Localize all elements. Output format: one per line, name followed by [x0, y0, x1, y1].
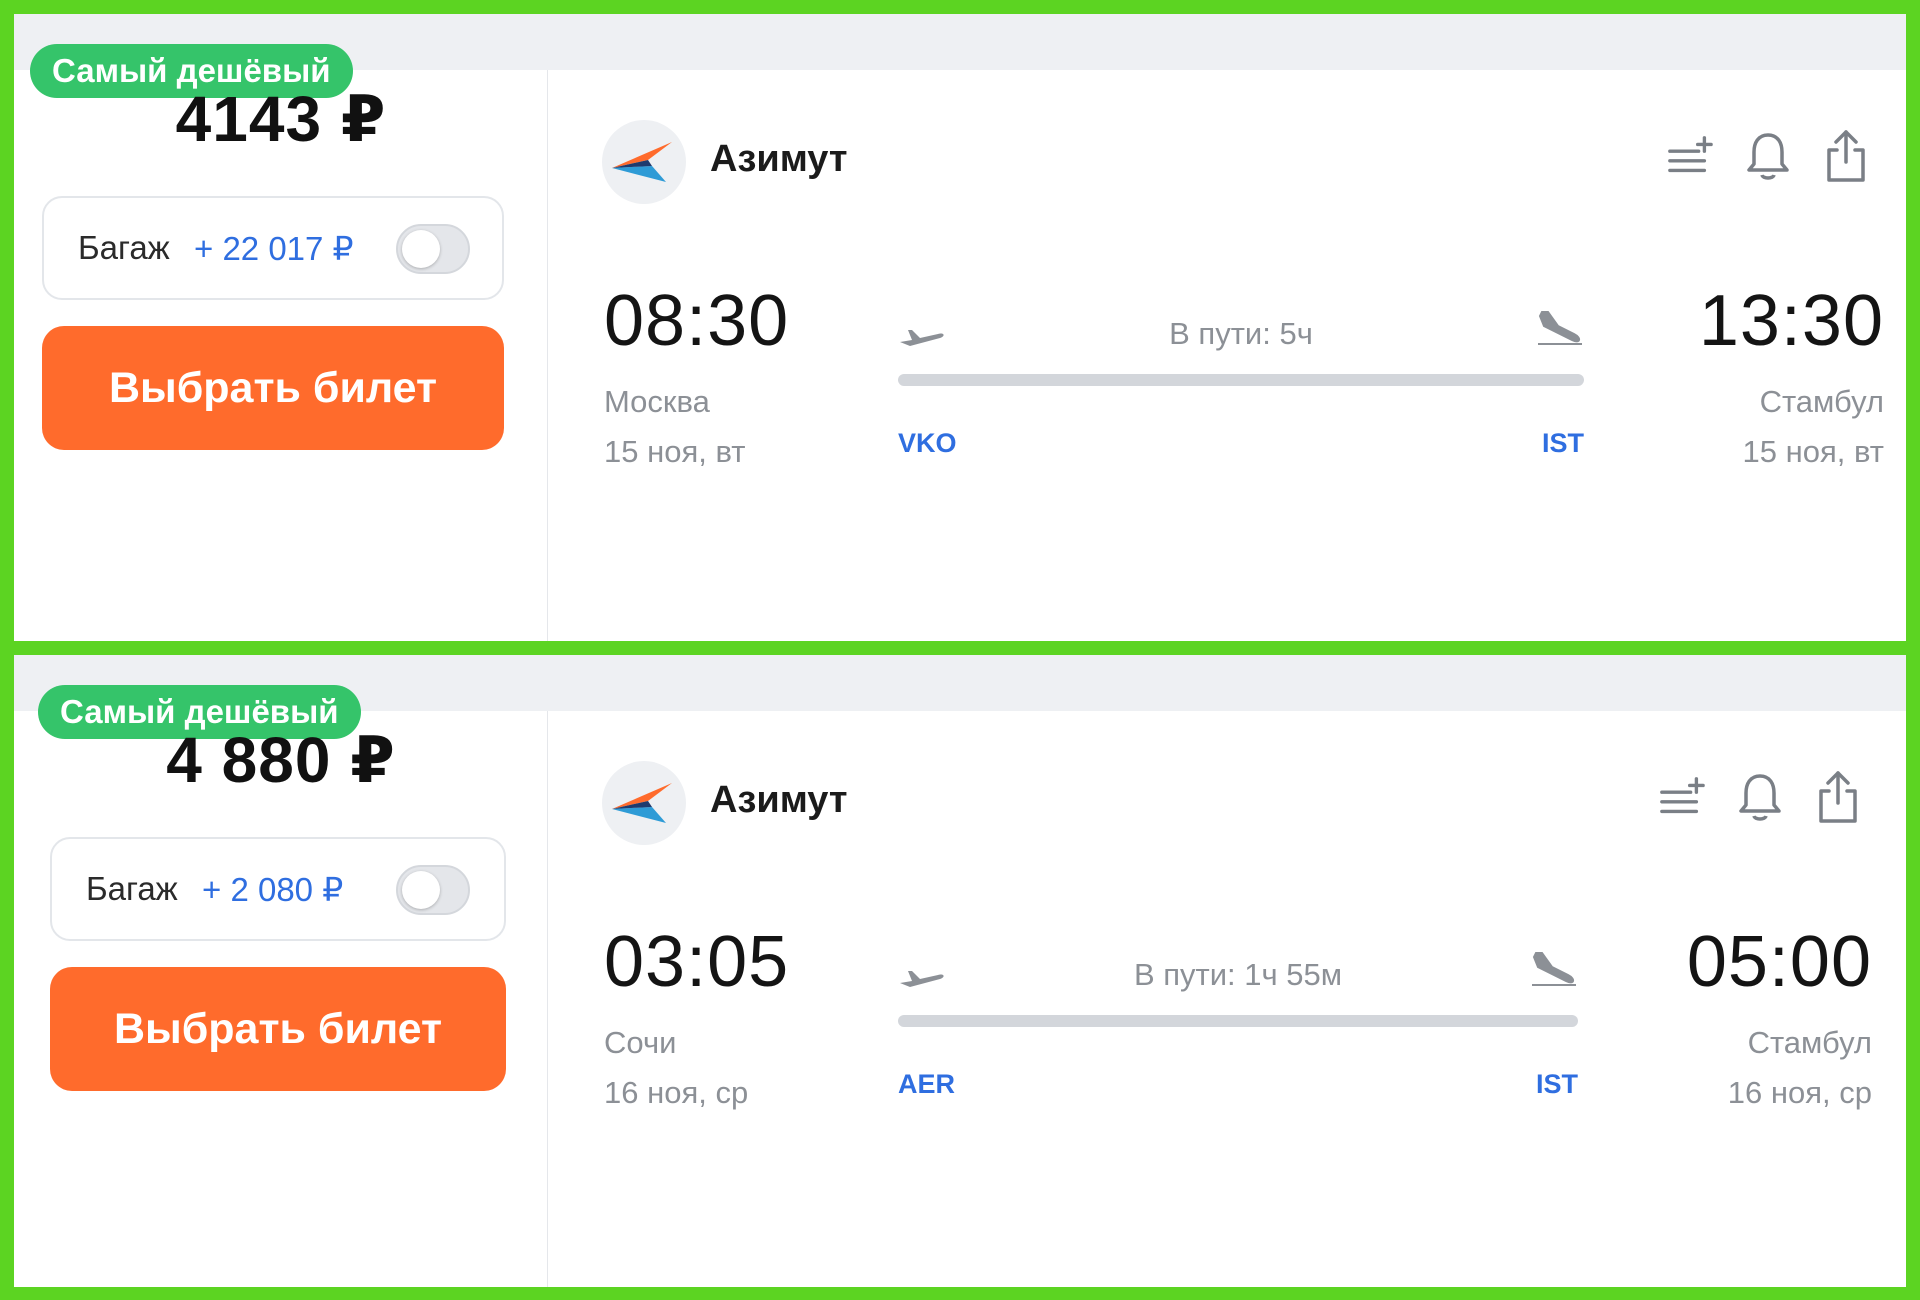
airline-logo-icon	[602, 120, 686, 204]
baggage-option[interactable]: Багаж + 2 080 ₽	[50, 837, 506, 941]
share-icon[interactable]	[1822, 126, 1870, 186]
select-ticket-button[interactable]: Выбрать билет	[42, 326, 504, 450]
baggage-option[interactable]: Багаж + 22 017 ₽	[42, 196, 504, 300]
airline-logo-icon	[602, 761, 686, 845]
baggage-toggle[interactable]	[396, 865, 470, 915]
plane-landing-icon	[1536, 308, 1584, 348]
arrival-date: 16 ноя, ср	[1727, 1075, 1872, 1110]
arrival-city: Стамбул	[1759, 384, 1884, 419]
ticket-price: 4 880 ₽	[166, 724, 396, 796]
bell-icon[interactable]	[1736, 767, 1784, 827]
route-line	[898, 374, 1584, 386]
departure-city: Москва	[604, 384, 710, 419]
arrival-airport-code[interactable]: IST	[1536, 1069, 1578, 1100]
flight-duration: В пути: 1ч 55м	[1133, 957, 1343, 992]
departure-airport-code[interactable]: AER	[898, 1069, 955, 1100]
share-icon[interactable]	[1814, 767, 1862, 827]
arrival-city: Стамбул	[1747, 1025, 1872, 1060]
flight-route: В пути: 5ч VKO IST	[898, 304, 1584, 458]
arrival-time: 05:00	[1686, 922, 1872, 1002]
toggle-knob	[402, 230, 440, 268]
baggage-label: Багаж	[78, 229, 170, 266]
toggle-knob	[402, 871, 440, 909]
plane-landing-icon	[1530, 949, 1578, 989]
bell-icon[interactable]	[1744, 126, 1792, 186]
select-ticket-button[interactable]: Выбрать билет	[50, 967, 506, 1091]
departure-airport-code[interactable]: VKO	[898, 428, 957, 459]
arrival-time: 13:30	[1698, 281, 1884, 361]
route-line	[898, 1015, 1578, 1027]
ticket-card: Самый дешёвый 4 880 ₽ Багаж + 2 080 ₽ Вы…	[14, 655, 1906, 1287]
baggage-price: + 2 080 ₽	[202, 871, 344, 908]
departure-time: 03:05	[604, 922, 790, 1002]
departure-time: 08:30	[604, 281, 790, 361]
add-to-list-icon[interactable]	[1658, 767, 1706, 827]
add-to-list-icon[interactable]	[1666, 126, 1714, 186]
baggage-label: Багаж	[86, 870, 178, 907]
departure-date: 15 ноя, вт	[604, 434, 746, 469]
ticket-price: 4143 ₽	[175, 83, 387, 155]
card-actions	[1666, 126, 1870, 186]
departure-city: Сочи	[604, 1025, 677, 1060]
departure-date: 16 ноя, ср	[604, 1075, 749, 1110]
arrival-date: 15 ноя, вт	[1742, 434, 1884, 469]
airline-name: Азимут	[710, 779, 848, 821]
ticket-card: Самый дешёвый 4143 ₽ Багаж + 22 017 ₽ Вы…	[14, 14, 1906, 641]
arrival-airport-code[interactable]: IST	[1542, 428, 1584, 459]
airline-name: Азимут	[710, 138, 848, 180]
card-actions	[1658, 767, 1862, 827]
baggage-toggle[interactable]	[396, 224, 470, 274]
baggage-price: + 22 017 ₽	[194, 230, 354, 267]
flight-duration: В пути: 5ч	[1169, 316, 1313, 351]
flight-route: В пути: 1ч 55м AER IST	[898, 945, 1578, 1099]
